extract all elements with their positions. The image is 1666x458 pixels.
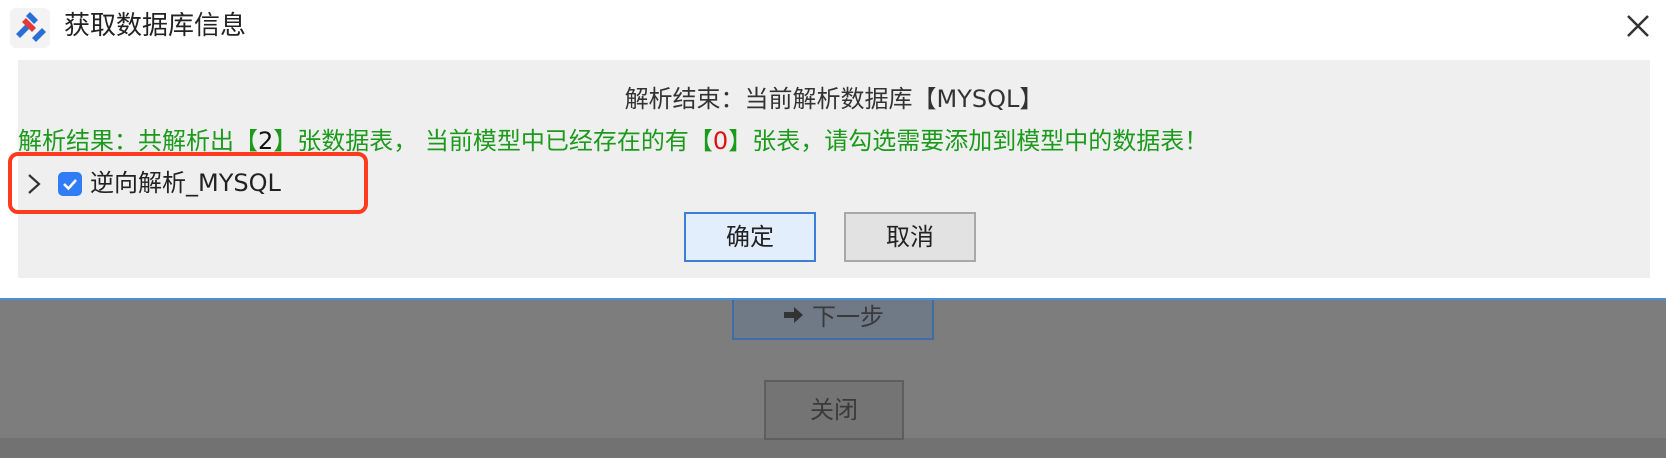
cancel-button[interactable]: 取消 [844,212,976,262]
tree-item-checkbox[interactable] [58,172,82,196]
app-logo-icon [10,8,50,48]
confirm-button[interactable]: 确定 [684,212,816,262]
dialog-titlebar: 获取数据库信息 [0,0,1666,52]
result-middle: 】张数据表， 当前模型中已经存在的有【 [273,127,713,155]
result-suffix: 】张表，请勾选需要添加到模型中的数据表！ [728,127,1209,155]
get-database-info-dialog: 获取数据库信息 解析结束：当前解析数据库【MYSQL】 解析结果：共解析出【2】… [0,0,1666,300]
table-count: 2 [258,127,274,155]
dialog-content-panel: 解析结束：当前解析数据库【MYSQL】 解析结果：共解析出【2】张数据表， 当前… [8,60,1650,278]
close-icon[interactable] [1618,6,1658,46]
parse-status-text: 解析结束：当前解析数据库【MYSQL】 [624,85,1044,113]
parent-window-footer [0,438,1666,458]
next-step-button[interactable]: 下一步 [732,300,934,340]
result-prefix: 解析结果：共解析出【 [18,127,258,155]
close-window-button[interactable]: 关闭 [764,380,904,440]
tree-item-mysql[interactable]: 逆向解析_MYSQL [22,164,382,204]
next-step-label: 下一步 [812,303,884,331]
checkmark-icon [63,179,77,191]
dialog-title: 获取数据库信息 [64,11,247,41]
tree-item-label: 逆向解析_MYSQL [90,169,281,197]
chevron-right-icon[interactable] [22,172,46,196]
arrow-right-icon [782,301,804,335]
parse-result-text: 解析结果：共解析出【2】张数据表， 当前模型中已经存在的有【0】张表，请勾选需要… [18,124,1208,158]
existing-count: 0 [712,127,729,155]
